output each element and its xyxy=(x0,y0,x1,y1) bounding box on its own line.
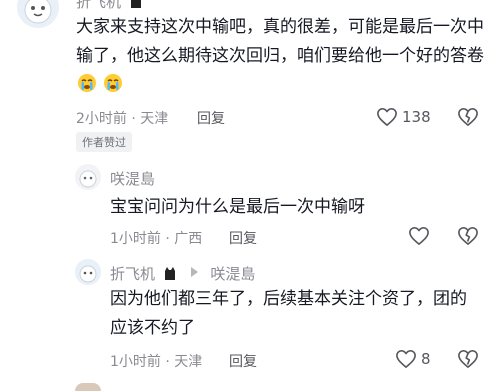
like-button[interactable]: 8 xyxy=(395,347,431,371)
black-cat-icon xyxy=(164,267,175,280)
triangle-right-icon xyxy=(190,267,198,277)
comment-text: 大家来支持这次中输吧，真的很差，可能是最后一次中输了，他这么期待这次回归，咱们要… xyxy=(76,13,486,100)
heart-outline-icon xyxy=(396,350,416,368)
like-count: 8 xyxy=(421,350,431,368)
heart-outline-icon xyxy=(377,108,397,126)
dislike-button[interactable] xyxy=(457,224,479,248)
avatar-illustration xyxy=(17,0,59,28)
comment-author[interactable]: 折飞机 xyxy=(76,0,144,12)
crying-face-icon xyxy=(104,74,123,92)
dislike-button[interactable] xyxy=(457,347,479,371)
broken-heart-icon xyxy=(458,108,478,126)
reply-author-line: 折飞机 咲湜島 xyxy=(110,263,255,284)
avatar[interactable] xyxy=(17,0,59,28)
heart-outline-icon xyxy=(409,227,429,245)
reply-text: 因为他们都三年了，后续基本关注个资了，团的应该不约了 xyxy=(110,289,467,338)
avatar[interactable] xyxy=(75,383,101,391)
reply-time-location: 1小时前 · 天津 xyxy=(110,354,203,370)
avatar-illustration xyxy=(75,164,101,190)
dislike-button[interactable] xyxy=(457,105,479,129)
reply-time-location: 1小时前 · 广西 xyxy=(110,231,203,247)
reply-text: 宝宝问问为什么是最后一次中输呀 xyxy=(110,197,365,217)
avatar[interactable] xyxy=(75,259,101,285)
like-button[interactable]: 138 xyxy=(376,105,431,129)
avatar[interactable] xyxy=(75,164,101,190)
reply-author[interactable]: 折飞机 xyxy=(110,265,155,283)
broken-heart-icon xyxy=(458,227,478,245)
author-liked-badge: 作者赞过 xyxy=(76,132,132,152)
like-button[interactable] xyxy=(408,224,430,248)
reply-to-user[interactable]: 咲湜島 xyxy=(210,265,255,283)
black-cat-icon xyxy=(130,0,141,8)
reply-button[interactable]: 回复 xyxy=(229,228,257,248)
comment-time-location: 2小时前 · 天津 xyxy=(76,111,169,127)
broken-heart-icon xyxy=(458,350,478,368)
avatar-illustration xyxy=(75,259,101,285)
reply-author[interactable]: 咲湜島 xyxy=(110,168,155,189)
like-count: 138 xyxy=(402,108,431,126)
reply-button[interactable]: 回复 xyxy=(197,108,225,128)
reply-button[interactable]: 回复 xyxy=(229,351,257,371)
crying-face-icon xyxy=(78,74,96,92)
